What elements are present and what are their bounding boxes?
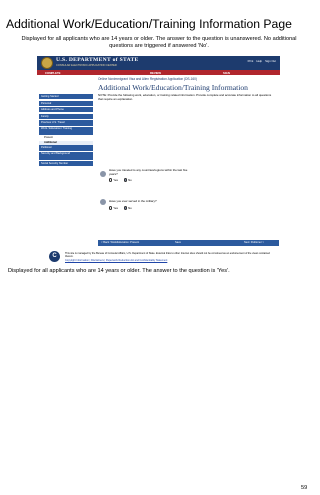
question-2-yes[interactable]: Yes [109,206,118,210]
question-1-yes[interactable]: Yes [109,178,118,182]
tab-complete[interactable]: COMPLETE [45,71,61,75]
question-2-no[interactable]: No [123,206,132,210]
page-number: 59 [301,485,308,491]
sidebar-item-personal[interactable]: Personal [39,100,93,106]
screenshot-figure: U.S. DEPARTMENT of STATE CONSULAR ELECTR… [37,56,280,263]
question-1-text: Have you traveled to any countries/regio… [109,168,188,176]
print-link[interactable]: Print [248,59,254,63]
question-1-options: Yes No [109,178,132,182]
form-note: NOTE: Provide the following work, educat… [98,93,272,101]
page-subtitle: Displayed for all applicants who are 14 … [21,36,297,50]
next-button[interactable]: Next: Petitioner > [244,241,264,245]
radio-icon[interactable] [109,178,113,182]
header-title: U.S. DEPARTMENT of STATE [56,57,139,63]
question-1-no[interactable]: No [123,178,132,182]
question-2-options: Yes No [109,206,132,210]
sidebar-item-ssn[interactable]: Social Security Number [39,161,93,167]
question-help-icon[interactable] [100,199,106,205]
question-help-icon[interactable] [100,171,106,177]
sidebar-item-address-phone[interactable]: Address and Phone [39,107,93,113]
sidebar-item-petitioner[interactable]: Petitioner [39,145,93,151]
progress-tabbar: COMPLETE REVIEW SIGN [37,70,280,75]
question-2-text: Have you ever served in the military? [109,199,157,203]
header-subtitle: CONSULAR ELECTRONIC APPLICATION CENTER [56,64,117,67]
sidebar-item-work-education[interactable]: Work / Education / Training [39,126,93,135]
back-button[interactable]: < Back: Work/Education: Present [101,241,139,245]
footer-text: This site is managed by the Bureau of Co… [65,252,270,259]
radio-selected-icon[interactable] [123,178,128,182]
tab-review[interactable]: REVIEW [150,71,161,75]
sidebar: Getting Started Personal Address and Pho… [39,94,93,168]
page-title: Additional Work/Education/Training Infor… [6,17,292,31]
caption-note: Displayed for all applicants who are 14 … [8,268,230,274]
footer-links[interactable]: Copyright Information | Disclaimers | Pa… [65,259,167,262]
form-header: Online Nonimmigrant Visa and Alien Regis… [98,77,197,81]
sidebar-item-family[interactable]: Family [39,113,93,120]
form-nav-bar: < Back: Work/Education: Present Save Nex… [98,240,279,246]
sidebar-item-getting-started[interactable]: Getting Started [39,94,93,100]
sidebar-item-security[interactable]: Security and Background [39,151,93,160]
radio-icon[interactable] [109,206,113,210]
site-footer: C This site is managed by the Bureau of … [49,251,274,263]
site-header: U.S. DEPARTMENT of STATE CONSULAR ELECTR… [37,56,280,70]
header-links: Print Help Sign Out [248,59,276,63]
help-link[interactable]: Help [256,59,262,63]
ca-logo-icon: C [49,251,60,262]
radio-selected-icon[interactable] [123,206,128,210]
save-button[interactable]: Save [175,241,181,245]
tab-sign[interactable]: SIGN [223,71,230,75]
state-seal-icon [41,57,53,69]
sign-out-link[interactable]: Sign Out [265,59,276,63]
form-title: Additional Work/Education/Training Infor… [98,83,248,92]
sidebar-item-previous-travel[interactable]: Previous U.S. Travel [39,120,93,126]
